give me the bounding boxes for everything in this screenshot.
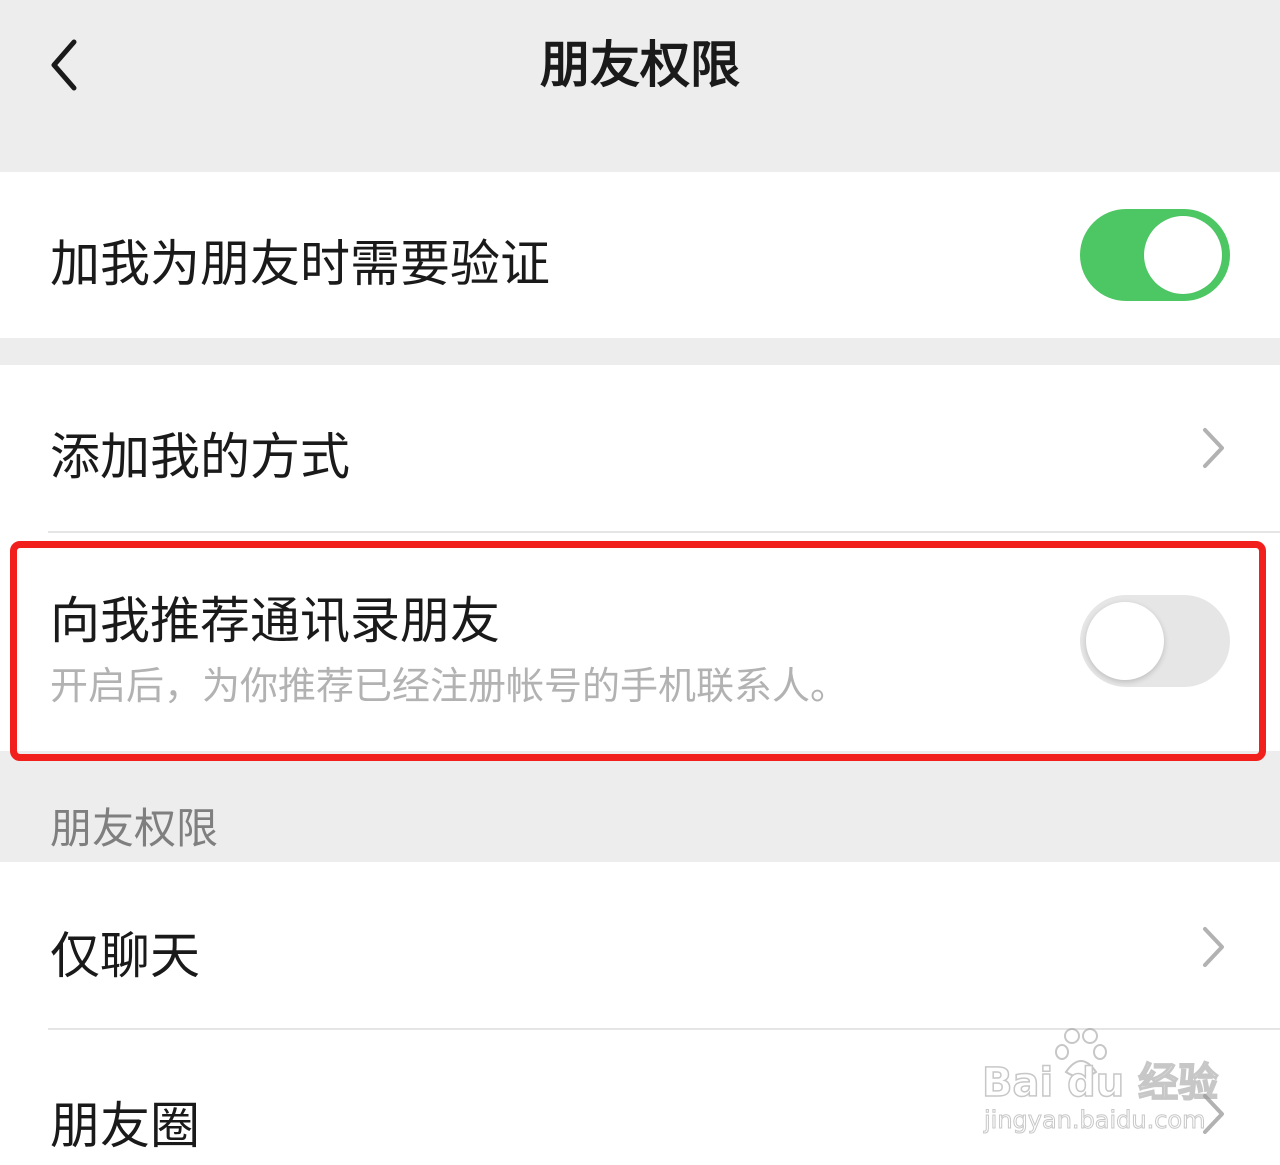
svg-text:jingyan.baidu.com: jingyan.baidu.com [983, 1106, 1205, 1134]
add-methods-label: 添加我的方式 [50, 428, 350, 486]
verify-setting-row: 加我为朋友时需要验证 [0, 172, 1280, 338]
toggle-knob [1086, 602, 1164, 680]
verify-setting-label: 加我为朋友时需要验证 [50, 235, 550, 293]
recommend-contacts-description: 开启后，为你推荐已经注册帐号的手机联系人。 [50, 664, 849, 708]
chat-only-label: 仅聊天 [50, 927, 200, 985]
moments-label: 朋友圈 [50, 1097, 200, 1155]
svg-text:Bai du 经验: Bai du 经验 [982, 1060, 1218, 1106]
row-divider [48, 531, 1280, 533]
recommend-contacts-toggle[interactable] [1080, 595, 1230, 687]
add-methods-row[interactable]: 添加我的方式 [0, 365, 1280, 531]
recommend-contacts-row: 向我推荐通讯录朋友 开启后，为你推荐已经注册帐号的手机联系人。 [0, 531, 1280, 751]
chevron-right-icon [1203, 927, 1224, 967]
recommend-contacts-label: 向我推荐通讯录朋友 [50, 592, 500, 650]
baidu-jingyan-watermark: Bai du 经验 jingyan.baidu.com [981, 1028, 1219, 1135]
section-header-friend-permissions: 朋友权限 [50, 804, 219, 853]
chat-only-row[interactable]: 仅聊天 [0, 862, 1280, 1028]
nav-bar: 朋友权限 [0, 0, 1280, 172]
chevron-right-icon [1203, 428, 1224, 468]
verify-toggle[interactable] [1080, 209, 1230, 301]
page-title: 朋友权限 [540, 36, 740, 94]
toggle-knob [1144, 216, 1222, 294]
